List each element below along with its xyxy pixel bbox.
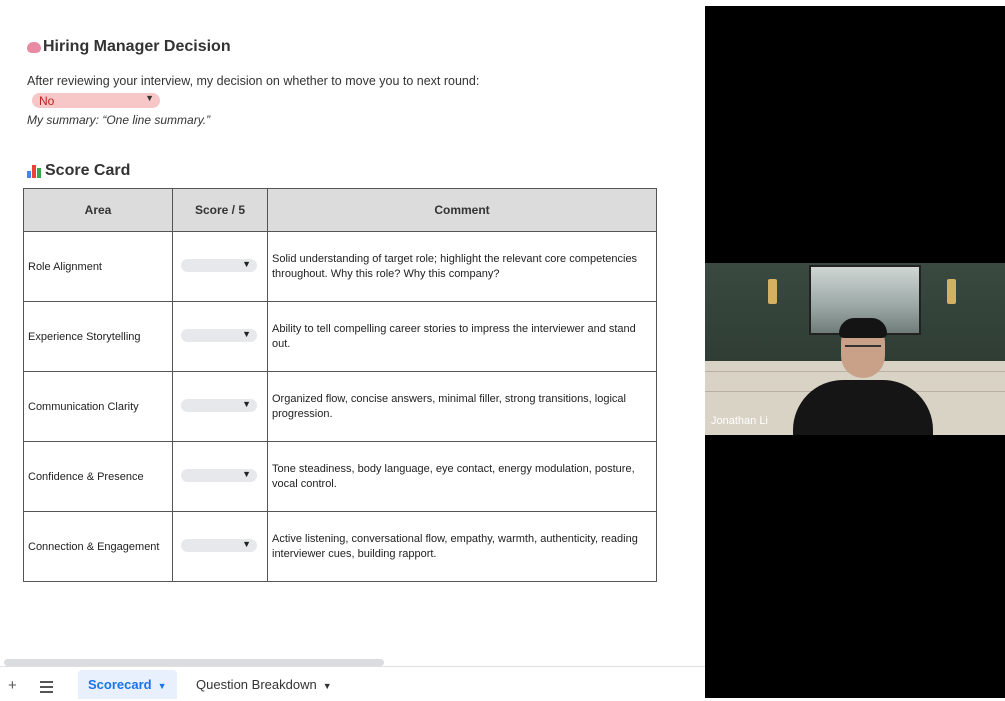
- score-dropdown[interactable]: ▼: [181, 539, 257, 552]
- score-cell[interactable]: ▼: [172, 441, 268, 512]
- table-header-row: Area Score / 5 Comment: [23, 188, 657, 232]
- score-dropdown[interactable]: ▼: [181, 259, 257, 272]
- dropdown-caret-icon: ▼: [242, 399, 251, 409]
- dropdown-caret-icon: ▼: [242, 329, 251, 339]
- scorecard-table: Area Score / 5 Comment Role Alignment ▼ …: [23, 188, 657, 582]
- score-cell[interactable]: ▼: [172, 371, 268, 442]
- table-row: Communication Clarity ▼ Organized flow, …: [23, 371, 657, 442]
- comment-cell[interactable]: Active listening, conversational flow, e…: [267, 511, 657, 582]
- score-dropdown[interactable]: ▼: [181, 399, 257, 412]
- summary-text: My summary: “One line summary.”: [27, 113, 211, 127]
- decision-prompt: After reviewing your interview, my decis…: [27, 74, 480, 88]
- table-row: Connection & Engagement ▼ Active listeni…: [23, 511, 657, 582]
- dropdown-caret-icon: ▼: [242, 539, 251, 549]
- area-header: Area: [23, 188, 173, 232]
- area-cell[interactable]: Communication Clarity: [23, 371, 173, 442]
- tab-question-breakdown[interactable]: Question Breakdown ▼: [186, 670, 342, 699]
- hiring-manager-heading: Hiring Manager Decision: [27, 38, 231, 56]
- table-row: Role Alignment ▼ Solid understanding of …: [23, 231, 657, 302]
- spreadsheet-document: Hiring Manager Decision After reviewing …: [0, 0, 705, 699]
- score-dropdown[interactable]: ▼: [181, 469, 257, 482]
- score-header: Score / 5: [172, 188, 268, 232]
- comment-cell[interactable]: Tone steadiness, body language, eye cont…: [267, 441, 657, 512]
- dropdown-caret-icon[interactable]: ▼: [158, 681, 167, 691]
- score-cell[interactable]: ▼: [172, 511, 268, 582]
- dropdown-caret-icon: ▼: [242, 259, 251, 269]
- dropdown-caret-icon: ▼: [145, 93, 154, 103]
- area-cell[interactable]: Role Alignment: [23, 231, 173, 302]
- bar-chart-icon: [27, 164, 43, 178]
- horizontal-scrollbar[interactable]: [4, 659, 384, 666]
- comment-cell[interactable]: Organized flow, concise answers, minimal…: [267, 371, 657, 442]
- tab-question-breakdown-label: Question Breakdown: [196, 677, 317, 692]
- dropdown-caret-icon: ▼: [242, 469, 251, 479]
- score-cell[interactable]: ▼: [172, 301, 268, 372]
- hiring-manager-title: Hiring Manager Decision: [43, 38, 231, 55]
- add-sheet-icon[interactable]: +: [8, 677, 17, 694]
- score-cell[interactable]: ▼: [172, 231, 268, 302]
- area-cell[interactable]: Connection & Engagement: [23, 511, 173, 582]
- tab-scorecard-label: Scorecard: [88, 677, 152, 692]
- decision-dropdown[interactable]: No ▼: [32, 93, 160, 108]
- sheet-tab-bar: + Scorecard ▼ Question Breakdown ▼: [0, 666, 705, 699]
- area-cell[interactable]: Experience Storytelling: [23, 301, 173, 372]
- scorecard-title: Score Card: [45, 162, 131, 179]
- comment-cell[interactable]: Ability to tell compelling career storie…: [267, 301, 657, 372]
- video-sconce-right: [947, 279, 956, 304]
- decision-value: No: [39, 94, 55, 108]
- comment-header: Comment: [267, 188, 657, 232]
- video-sconce-left: [768, 279, 777, 304]
- all-sheets-menu-icon[interactable]: [40, 681, 53, 696]
- brain-icon: [27, 41, 41, 53]
- tab-scorecard[interactable]: Scorecard ▼: [78, 670, 177, 699]
- participant-video-tile[interactable]: Jonathan Li: [705, 263, 1005, 435]
- dropdown-caret-icon[interactable]: ▼: [323, 681, 332, 691]
- scorecard-heading: Score Card: [27, 162, 130, 180]
- participant-figure: [793, 318, 933, 435]
- area-cell[interactable]: Confidence & Presence: [23, 441, 173, 512]
- participant-name-label: Jonathan Li: [711, 415, 768, 427]
- comment-cell[interactable]: Solid understanding of target role; high…: [267, 231, 657, 302]
- table-row: Confidence & Presence ▼ Tone steadiness,…: [23, 441, 657, 512]
- score-dropdown[interactable]: ▼: [181, 329, 257, 342]
- table-row: Experience Storytelling ▼ Ability to tel…: [23, 301, 657, 372]
